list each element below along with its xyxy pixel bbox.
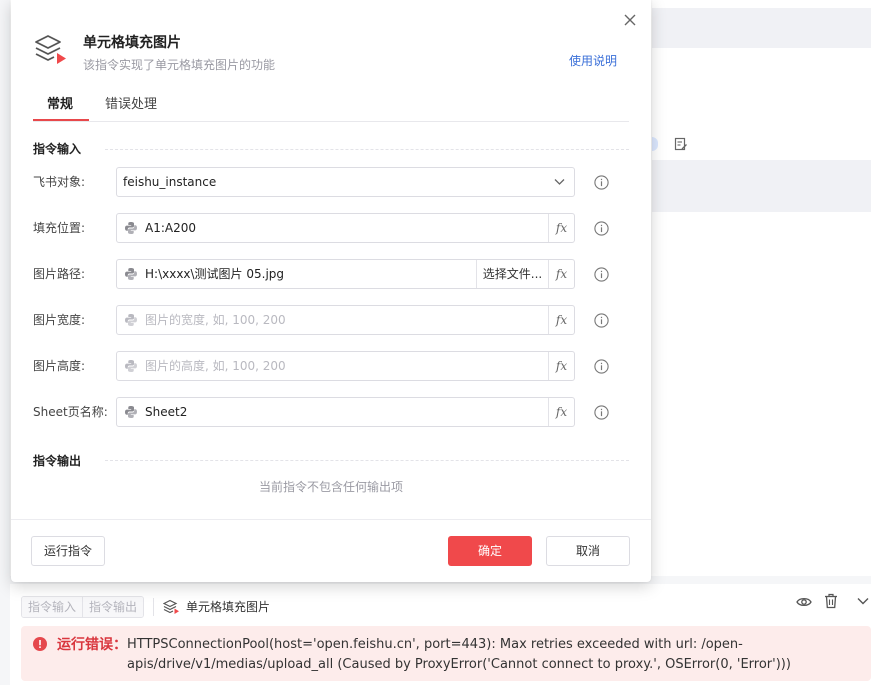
error-label: 运行错误： bbox=[57, 637, 127, 653]
error-text: HTTPSConnectionPool(host='open.feishu.cn… bbox=[127, 637, 791, 672]
fx-button[interactable]: fx bbox=[548, 214, 574, 242]
sheet-name-input[interactable]: Sheet2 fx bbox=[116, 397, 575, 427]
fill-range-input[interactable]: A1:A200 fx bbox=[116, 213, 575, 243]
python-icon bbox=[125, 268, 137, 280]
chevron-down-icon[interactable] bbox=[856, 595, 870, 607]
active-tab-indicator bbox=[33, 119, 89, 121]
python-icon bbox=[125, 406, 137, 418]
python-icon bbox=[125, 222, 137, 234]
feishu-object-value: feishu_instance bbox=[123, 175, 217, 189]
dialog-subtitle: 该指令实现了单元格填充图片的功能 bbox=[83, 58, 276, 72]
choose-file-button[interactable]: 选择文件... bbox=[476, 260, 548, 288]
feishu-object-select[interactable]: feishu_instance bbox=[116, 167, 575, 197]
bottom-separator bbox=[153, 598, 154, 616]
edit-note-icon[interactable] bbox=[674, 137, 688, 151]
command-dialog: 单元格填充图片 该指令实现了单元格填充图片的功能 使用说明 常规 错误处理 指令… bbox=[11, 0, 651, 582]
sheet-name-value: Sheet2 bbox=[145, 405, 188, 419]
tab-general[interactable]: 常规 bbox=[47, 95, 73, 115]
confirm-button[interactable]: 确定 bbox=[448, 536, 532, 566]
footer-divider bbox=[11, 519, 651, 520]
image-height-input[interactable]: 图片的高度, 如, 100, 200 fx bbox=[116, 351, 575, 381]
image-height-placeholder: 图片的高度, 如, 100, 200 bbox=[145, 359, 286, 373]
field-label-image-width: 图片宽度: bbox=[33, 313, 86, 327]
info-icon[interactable] bbox=[594, 313, 609, 328]
fx-button[interactable]: fx bbox=[548, 352, 574, 380]
background-toolbar bbox=[652, 8, 871, 48]
eye-icon[interactable] bbox=[796, 595, 812, 609]
field-label-feishu-object: 飞书对象: bbox=[33, 175, 86, 189]
dialog-tabs: 常规 错误处理 bbox=[33, 95, 629, 122]
info-icon[interactable] bbox=[594, 175, 609, 190]
layers-play-icon bbox=[163, 599, 179, 614]
image-path-input[interactable]: H:\xxxx\测试图片 05.jpg 选择文件... fx bbox=[116, 259, 575, 289]
error-icon bbox=[33, 637, 47, 651]
output-section-title: 指令输出 bbox=[33, 454, 82, 468]
bottom-tab-output[interactable]: 指令输出 bbox=[82, 597, 144, 617]
field-label-fill-range: 填充位置: bbox=[33, 221, 86, 235]
field-label-image-height: 图片高度: bbox=[33, 359, 86, 373]
info-icon[interactable] bbox=[594, 267, 609, 282]
image-width-placeholder: 图片的宽度, 如, 100, 200 bbox=[145, 313, 286, 327]
error-message-box: 运行错误： HTTPSConnectionPool(host='open.fei… bbox=[21, 626, 871, 681]
tab-error-handling[interactable]: 错误处理 bbox=[105, 95, 157, 115]
run-command-button[interactable]: 运行指令 bbox=[31, 536, 105, 566]
close-icon[interactable] bbox=[623, 13, 637, 27]
background-selected-row bbox=[652, 160, 871, 212]
bottom-tab-group: 指令输入 指令输出 bbox=[21, 596, 145, 618]
background-tag-fragment bbox=[652, 137, 658, 151]
layers-play-icon bbox=[35, 35, 66, 64]
info-icon[interactable] bbox=[594, 221, 609, 236]
chevron-down-icon bbox=[554, 179, 565, 185]
bottom-tab-input[interactable]: 指令输入 bbox=[22, 597, 83, 617]
cancel-button[interactable]: 取消 bbox=[546, 536, 630, 566]
image-path-value: H:\xxxx\测试图片 05.jpg bbox=[145, 267, 285, 281]
info-icon[interactable] bbox=[594, 405, 609, 420]
fx-button[interactable]: fx bbox=[548, 398, 574, 426]
section-divider bbox=[105, 460, 629, 461]
info-icon[interactable] bbox=[594, 359, 609, 374]
python-icon bbox=[125, 360, 137, 372]
help-link[interactable]: 使用说明 bbox=[569, 53, 617, 69]
bottom-command-title: 单元格填充图片 bbox=[186, 600, 271, 614]
field-label-sheet-name: Sheet页名称: bbox=[33, 405, 108, 419]
dialog-title: 单元格填充图片 bbox=[83, 35, 181, 51]
input-section-title: 指令输入 bbox=[33, 142, 82, 156]
fx-button[interactable]: fx bbox=[548, 306, 574, 334]
trash-icon[interactable] bbox=[824, 593, 838, 609]
section-divider bbox=[105, 149, 629, 150]
python-icon bbox=[125, 314, 137, 326]
fill-range-value: A1:A200 bbox=[145, 221, 196, 235]
output-empty-text: 当前指令不包含任何输出项 bbox=[258, 480, 403, 494]
fx-button[interactable]: fx bbox=[548, 260, 574, 288]
image-width-input[interactable]: 图片的宽度, 如, 100, 200 fx bbox=[116, 305, 575, 335]
field-label-image-path: 图片路径: bbox=[33, 267, 86, 281]
